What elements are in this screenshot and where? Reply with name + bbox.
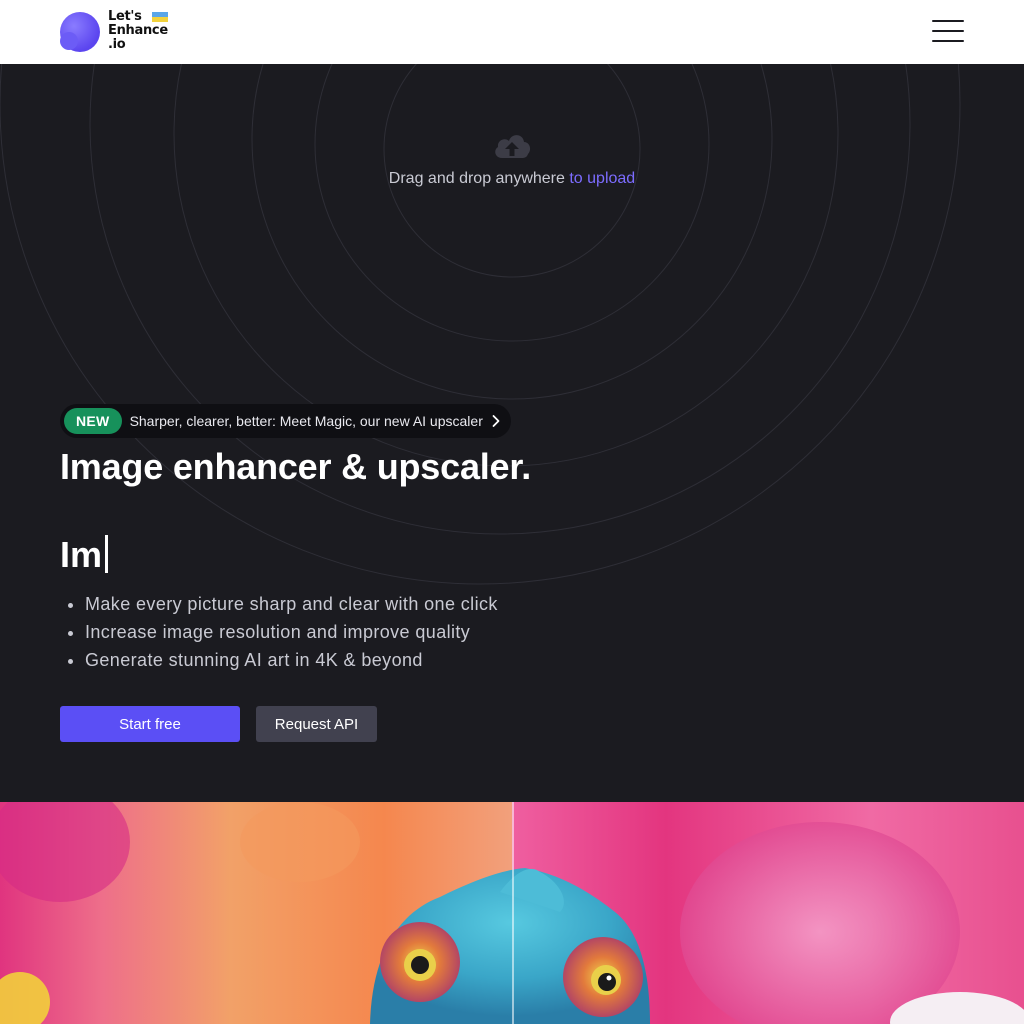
comparison-slider-handle[interactable] xyxy=(512,802,514,1024)
upload-instructions: Drag and drop anywhere to upload xyxy=(312,170,712,188)
hamburger-menu-icon[interactable] xyxy=(932,20,964,42)
announcement-text: Sharper, clearer, better: Meet Magic, ou… xyxy=(129,413,483,429)
new-badge: NEW xyxy=(64,408,122,434)
start-free-button[interactable]: Start free xyxy=(60,706,240,742)
text-cursor xyxy=(105,535,109,573)
hero-section: Drag and drop anywhere to upload NEW Sha… xyxy=(0,64,1024,802)
upload-text: Drag and drop anywhere xyxy=(388,170,565,187)
typed-text: Im xyxy=(60,534,103,575)
chevron-right-icon xyxy=(492,415,500,427)
upload-dropzone[interactable]: Drag and drop anywhere to upload xyxy=(312,130,712,220)
announcement-banner[interactable]: NEW Sharper, clearer, better: Meet Magic… xyxy=(60,404,511,438)
request-api-button[interactable]: Request API xyxy=(256,706,377,742)
before-after-comparison[interactable] xyxy=(0,802,1024,1024)
site-header: Let's Enhance .io xyxy=(0,0,1024,64)
ukraine-flag-icon xyxy=(152,12,168,22)
feature-item: Make every picture sharp and clear with … xyxy=(85,590,498,618)
typewriter-text: Im xyxy=(60,534,109,576)
feature-list: Make every picture sharp and clear with … xyxy=(85,590,498,674)
upload-link[interactable]: to upload xyxy=(569,170,635,187)
letsenhance-logo[interactable]: Let's Enhance .io xyxy=(60,10,170,54)
cloud-upload-icon xyxy=(495,135,531,158)
feature-item: Increase image resolution and improve qu… xyxy=(85,618,498,646)
logo-mark-small xyxy=(60,32,78,50)
feature-item: Generate stunning AI art in 4K & beyond xyxy=(85,646,498,674)
page-title: Image enhancer & upscaler. xyxy=(60,446,532,487)
